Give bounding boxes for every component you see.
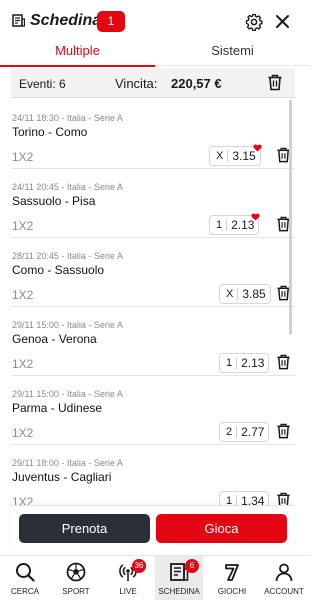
heart-icon (253, 144, 262, 152)
odds-selection[interactable]: 1 2.13 (219, 353, 270, 373)
nav-label: GIOCHI (217, 587, 247, 596)
bottom-nav: CERCA SPORT 36 LIVE 6 SCHEDINA GIOCHI AC… (0, 555, 310, 600)
action-bar: Prenota Gioca (10, 505, 294, 549)
betslip-tabs: Multiple Sistemi (0, 42, 310, 67)
nav-label: SPORT (62, 587, 90, 596)
nav-item-giochi[interactable]: GIOCHI (207, 556, 257, 600)
betslip-count-badge: 6 (185, 559, 199, 573)
market-name: 1X2 (12, 219, 34, 233)
search-icon (16, 563, 35, 582)
nav-label: CERCA (10, 587, 39, 596)
tab-multiple[interactable]: Multiple (0, 42, 155, 67)
market-name: 1X2 (12, 357, 34, 371)
odd-value: 2.13 (241, 356, 265, 370)
market-name: 1X2 (12, 288, 34, 302)
seven-icon (225, 564, 239, 581)
nav-item-live[interactable]: 36 LIVE (103, 556, 153, 600)
market-name: 1X2 (12, 150, 34, 164)
odds-selection[interactable]: 2 2.77 (219, 422, 270, 442)
nav-item-sport[interactable]: SPORT (51, 556, 101, 600)
betslip-summary: Eventi: 6 Vincita: 220,57 € (11, 68, 295, 98)
event-meta: 29/11 18:00 - Italia - Serie A (12, 458, 123, 468)
live-count-badge: 36 (132, 559, 146, 573)
soccer-ball-icon (66, 562, 86, 582)
match-name: Sassuolo - Pisa (12, 194, 96, 208)
bet-row: 24/11 20:45 - Italia - Serie A Sassuolo … (11, 169, 295, 238)
odds-selection[interactable]: 1 2.13 (209, 213, 261, 235)
remove-bet-trash-icon[interactable] (276, 354, 291, 370)
selection-outcome: 2 (220, 426, 238, 438)
bet-row: 24/11 18:30 - Italia - Serie A Torino - … (11, 100, 295, 169)
nav-item-cerca[interactable]: CERCA (0, 556, 50, 600)
page-title: Schedina (30, 12, 102, 29)
user-icon (275, 563, 293, 582)
nav-label: LIVE (119, 587, 137, 596)
header: Schedina 1 (0, 0, 310, 42)
close-icon[interactable] (274, 13, 291, 30)
bet-row: 29/11 15:00 - Italia - Serie A Genoa - V… (11, 307, 295, 376)
match-name: Parma - Udinese (12, 401, 103, 415)
match-name: Torino - Como (12, 125, 88, 139)
odds-selection[interactable]: X 3.85 (219, 284, 271, 304)
odds-selection[interactable]: X 3.15 (209, 144, 262, 166)
bet-row: 28/11 20:45 - Italia - Serie A Como - Sa… (11, 238, 295, 307)
match-name: Juventus - Cagliari (12, 470, 112, 484)
selection-outcome: 1 (210, 219, 228, 231)
selection-outcome: 1 (220, 357, 238, 369)
nav-label: ACCOUNT (264, 587, 304, 596)
list-scrollbar[interactable] (289, 100, 292, 335)
match-name: Como - Sassuolo (12, 263, 105, 277)
bet-list: 24/11 18:30 - Italia - Serie A Torino - … (11, 100, 295, 508)
event-meta: 28/11 20:45 - Italia - Serie A (12, 251, 123, 261)
tab-sistemi[interactable]: Sistemi (155, 42, 310, 66)
event-meta: 24/11 20:45 - Italia - Serie A (12, 182, 123, 192)
nav-item-account[interactable]: ACCOUNT (259, 556, 309, 600)
selection-outcome: X (210, 150, 229, 162)
gioca-button[interactable]: Gioca (156, 514, 287, 543)
match-name: Genoa - Verona (12, 332, 97, 346)
events-count: Eventi: 6 (19, 77, 66, 91)
odd-value: 2.77 (241, 425, 265, 439)
remove-bet-trash-icon[interactable] (276, 423, 291, 439)
event-meta: 29/11 15:00 - Italia - Serie A (12, 320, 123, 330)
selection-outcome: X (220, 288, 239, 300)
winnings-label: Vincita: (115, 76, 158, 91)
winnings-value: 220,57 € (171, 76, 222, 91)
betslip-doc-icon (12, 14, 25, 27)
odd-value: 3.85 (242, 287, 266, 301)
bet-row: 29/11 15:00 - Italia - Serie A Parma - U… (11, 376, 295, 445)
selection-count-badge: 1 (97, 11, 125, 32)
prenota-button[interactable]: Prenota (19, 514, 150, 543)
gear-icon[interactable] (245, 13, 263, 31)
event-meta: 29/11 15:00 - Italia - Serie A (12, 389, 123, 399)
nav-item-schedina[interactable]: 6 SCHEDINA (155, 556, 203, 600)
nav-label: SCHEDINA (158, 587, 200, 596)
clear-all-trash-icon[interactable] (267, 74, 283, 91)
heart-icon (251, 213, 261, 221)
event-meta: 24/11 18:30 - Italia - Serie A (12, 113, 123, 123)
market-name: 1X2 (12, 426, 34, 440)
bet-row: 29/11 18:00 - Italia - Serie A Juventus … (11, 445, 295, 508)
